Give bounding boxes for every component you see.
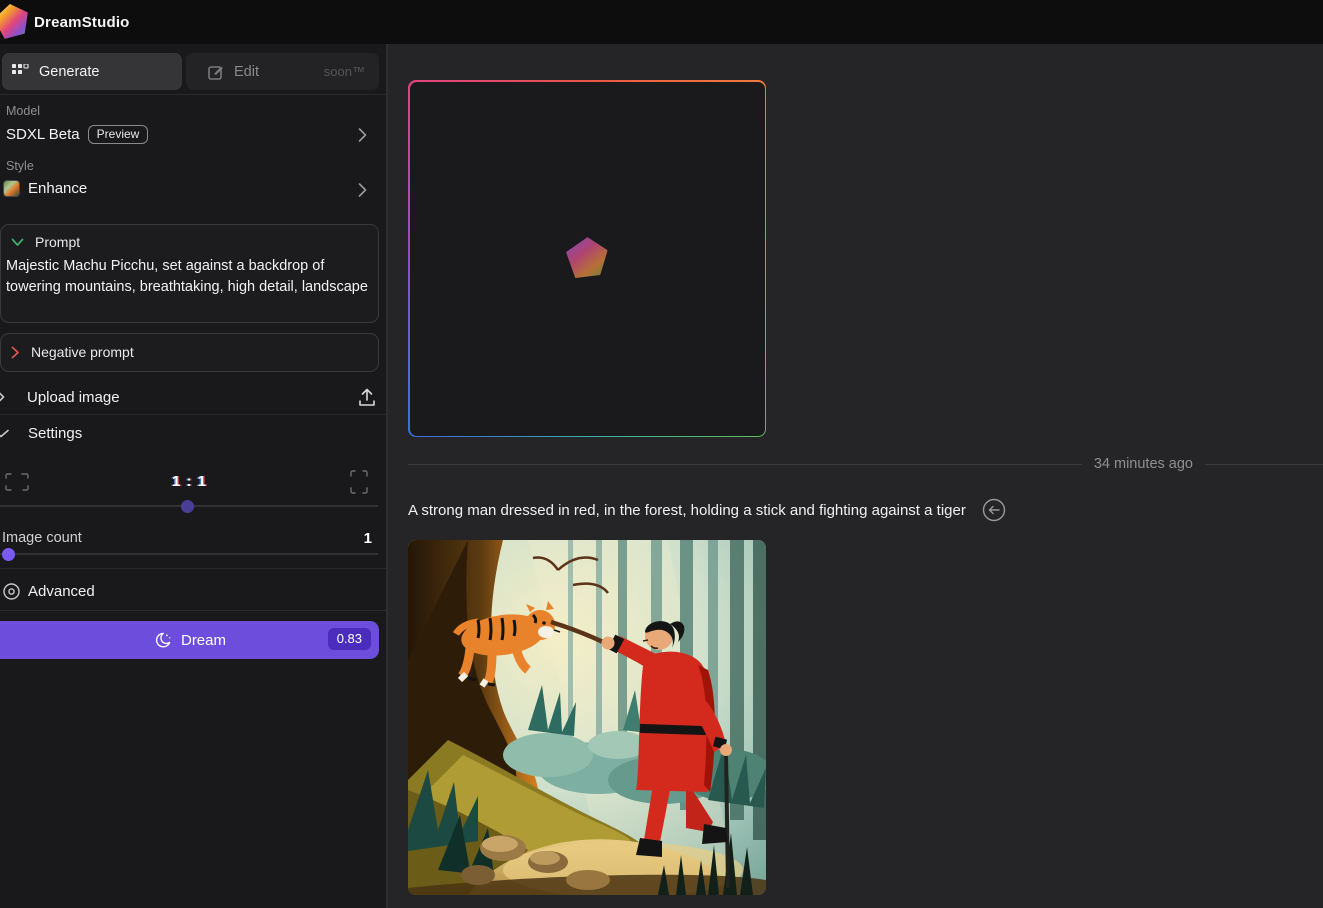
generation-prompt-text: A strong man dressed in red, in the fore… [408,502,966,519]
model-preview-badge: Preview [88,125,149,144]
edit-pencil-icon [208,64,224,80]
model-selector[interactable]: SDXL Beta Preview [6,125,148,144]
history-timestamp: 34 minutes ago [1094,456,1193,472]
prompt-input[interactable]: Majestic Machu Picchu, set against a bac… [1,250,378,298]
advanced-label: Advanced [28,583,95,600]
dream-moon-icon [153,631,172,650]
history-divider: 34 minutes ago [408,456,1323,472]
negative-prompt-header[interactable]: Negative prompt [1,334,378,360]
aspect-ratio-value: 1 : 1 [0,473,379,490]
image-count-value: 1 [364,530,372,547]
upload-image-label: Upload image [27,389,120,406]
upload-image-row[interactable]: Upload image [0,380,386,414]
upload-icon[interactable] [358,388,376,407]
upload-chevron-right-icon [0,389,5,405]
advanced-eye-icon [2,582,21,601]
prompt-box[interactable]: Prompt Majestic Machu Picchu, set agains… [0,224,379,323]
negative-prompt-label: Negative prompt [31,344,134,360]
style-label: Style [6,159,34,173]
style-value: Enhance [28,180,87,197]
main-area: 34 minutes ago A strong man dressed in r… [388,44,1323,908]
style-chevron-right-icon[interactable] [358,182,367,198]
model-chevron-right-icon[interactable] [358,127,367,143]
app-title: DreamStudio [34,14,130,31]
dreamstudio-logo-icon [0,3,31,41]
image-count-slider-thumb[interactable] [2,548,15,561]
settings-row[interactable]: Settings [0,418,386,448]
settings-label: Settings [28,425,82,442]
prompt-header-label: Prompt [35,234,80,250]
dream-button-label: Dream [181,632,226,649]
prompt-chevron-down-icon [11,238,24,247]
settings-chevron-down-icon [0,429,10,438]
prompt-header[interactable]: Prompt [1,225,378,250]
tab-generate-label: Generate [39,64,99,80]
loading-hexagon-icon [561,233,613,285]
negative-prompt-chevron-right-icon [11,346,20,359]
tab-edit[interactable]: Edit soon™ [186,53,379,90]
sidebar: Generate Edit soon™ Model SDXL Beta Prev… [0,44,386,908]
tab-edit-label: Edit [234,64,259,80]
style-selector[interactable]: Enhance [3,180,87,197]
image-count-slider[interactable] [0,553,378,555]
top-bar: DreamStudio [0,0,1323,44]
image-count-row: Image count 1 [0,527,386,549]
reuse-prompt-arrow-icon[interactable] [982,498,1006,522]
image-count-label: Image count [2,530,82,546]
aspect-ratio-slider[interactable] [0,505,378,507]
tab-edit-soon-badge: soon™ [324,64,365,79]
generating-image-placeholder [410,82,765,436]
aspect-ratio-slider-thumb[interactable] [181,500,194,513]
generate-grid-icon [12,64,29,79]
generating-image-card[interactable] [408,80,766,437]
negative-prompt-box[interactable]: Negative prompt [0,333,379,372]
advanced-row[interactable]: Advanced [0,577,386,605]
dream-cost-badge: 0.83 [328,628,371,650]
dream-button[interactable]: Dream 0.83 [0,621,379,659]
generated-image-illustration [408,540,766,895]
style-thumbnail [3,180,20,197]
aspect-ratio-row: 1 : 1 [0,462,386,502]
generation-prompt-row: A strong man dressed in red, in the fore… [408,498,1006,522]
aspect-portrait-icon[interactable] [350,470,368,494]
model-label: Model [6,104,40,118]
generated-image[interactable] [408,540,766,895]
tab-generate[interactable]: Generate [2,53,182,90]
model-value: SDXL Beta [6,126,80,143]
